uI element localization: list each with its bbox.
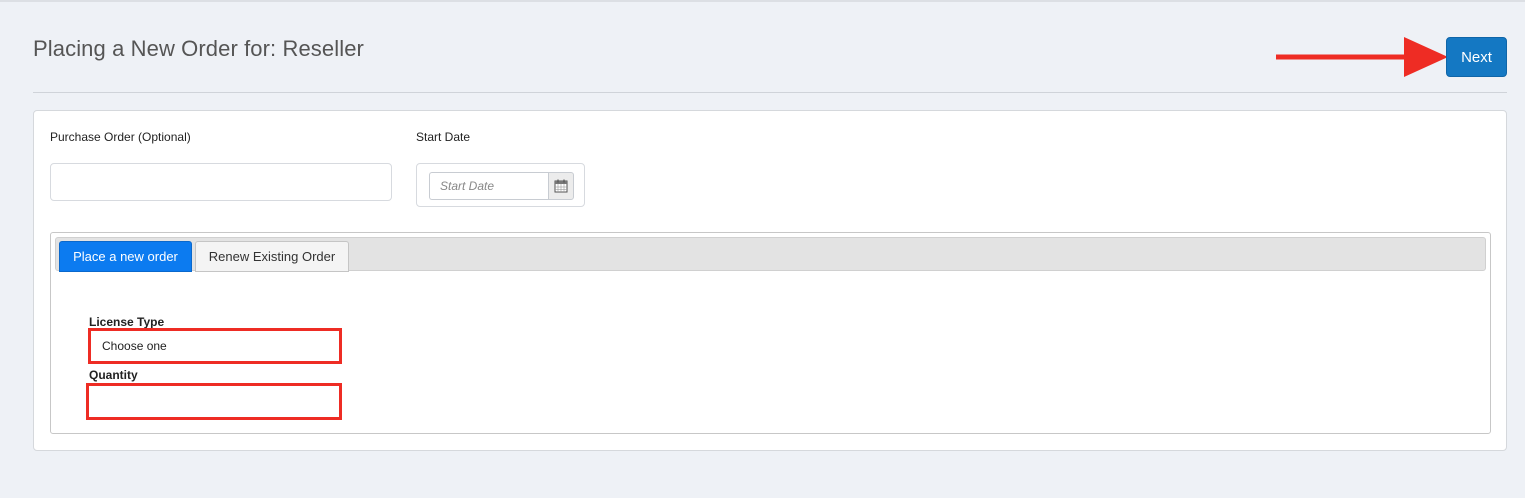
tab-bar: Place a new order Renew Existing Order (55, 237, 1486, 272)
header-divider (33, 92, 1507, 93)
start-date-group (416, 163, 585, 207)
top-border (0, 0, 1525, 2)
start-date-input[interactable] (429, 172, 549, 200)
tab-place-new-order[interactable]: Place a new order (59, 241, 192, 272)
purchase-order-input[interactable] (50, 163, 392, 201)
calendar-button[interactable] (548, 172, 574, 200)
purchase-order-label: Purchase Order (Optional) (50, 130, 191, 144)
license-type-selected-value: Choose one (102, 339, 167, 353)
quantity-input[interactable] (86, 383, 342, 420)
license-type-select[interactable]: Choose one (88, 328, 342, 364)
right-arrow-icon (1276, 37, 1448, 77)
order-form-panel: Purchase Order (Optional) Start Date Pla… (33, 110, 1507, 451)
next-button[interactable]: Next (1446, 37, 1507, 77)
order-tabs: Place a new order Renew Existing Order L… (50, 232, 1491, 434)
calendar-icon (554, 179, 568, 193)
quantity-label: Quantity (89, 368, 138, 382)
start-date-label: Start Date (416, 130, 471, 144)
license-type-label: License Type (89, 315, 165, 329)
page-title: Placing a New Order for: Reseller (33, 36, 364, 61)
tab-renew-existing-order[interactable]: Renew Existing Order (195, 241, 349, 272)
